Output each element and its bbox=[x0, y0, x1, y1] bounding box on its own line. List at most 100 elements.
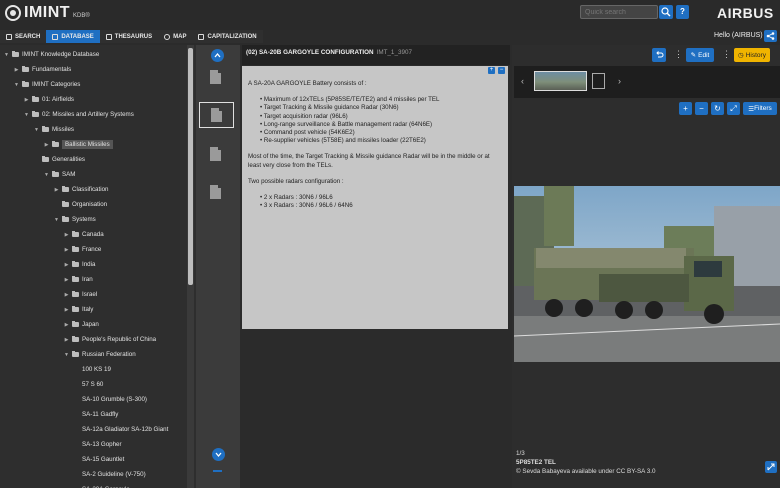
tree-item[interactable]: ▶ India bbox=[64, 259, 95, 270]
tree-item[interactable]: ▼ 02: Missiles and Artillery Systems bbox=[24, 109, 134, 120]
tree-item[interactable]: SA-11 Gadfly bbox=[74, 409, 118, 420]
tree-item[interactable]: Organisation bbox=[54, 199, 107, 210]
document-thumb-icon[interactable] bbox=[211, 108, 222, 122]
caret-right-icon[interactable]: ▶ bbox=[14, 67, 19, 73]
tree-item[interactable]: ▶ People's Republic of China bbox=[64, 334, 156, 345]
tab-capitalization[interactable]: CAPITALIZATION bbox=[192, 30, 263, 43]
caret-right-icon[interactable]: ▶ bbox=[64, 277, 69, 283]
user-menu-button[interactable] bbox=[764, 30, 777, 42]
list-item: Maximum of 12xTELs (5P85SE/TE/TE2) and 4… bbox=[260, 96, 502, 104]
tree-item-label: IMINT Categories bbox=[32, 81, 81, 88]
tree-item-label: People's Republic of China bbox=[82, 336, 157, 343]
expand-button[interactable] bbox=[765, 461, 777, 473]
tree-item[interactable]: ▶ Classification bbox=[54, 184, 108, 195]
tree-item[interactable]: ▼ Russian Federation bbox=[64, 349, 136, 360]
zoom-in-text-button[interactable]: + bbox=[488, 67, 495, 74]
zoom-out-text-button[interactable]: − bbox=[498, 67, 505, 74]
scroll-up-button[interactable] bbox=[211, 49, 224, 62]
tree-item[interactable]: SA-2 Guideline (V-750) bbox=[74, 469, 146, 480]
tab-database[interactable]: DATABASE bbox=[46, 30, 100, 43]
back-button[interactable] bbox=[652, 48, 666, 62]
caret-right-icon[interactable]: ▶ bbox=[64, 247, 69, 253]
filters-button[interactable]: ☰ Filters bbox=[743, 102, 777, 115]
history-button[interactable]: ◷ History bbox=[734, 48, 770, 62]
book-icon bbox=[105, 33, 112, 40]
tree-item[interactable]: ▶ Canada bbox=[64, 229, 104, 240]
tree-item[interactable]: SA-12a Gladiator SA-12b Giant bbox=[74, 424, 168, 435]
tree-scroll-thumb[interactable] bbox=[188, 48, 193, 285]
tree-item[interactable]: ▶ Israel bbox=[64, 289, 97, 300]
caret-down-icon[interactable]: ▼ bbox=[4, 52, 9, 58]
photo-thumbnail[interactable] bbox=[534, 71, 587, 91]
tree-item[interactable]: ▶ Ballistic Missiles bbox=[44, 139, 113, 150]
zoom-out-button[interactable]: − bbox=[695, 102, 708, 115]
caret-down-icon[interactable]: ▼ bbox=[44, 172, 49, 178]
search-button[interactable] bbox=[659, 5, 673, 19]
more-menu-icon[interactable]: ⋮ bbox=[674, 49, 683, 60]
tree-item[interactable]: ▼ IMINT Categories bbox=[14, 79, 80, 90]
document-thumb-icon[interactable] bbox=[210, 147, 221, 161]
quick-search-input[interactable] bbox=[580, 5, 658, 19]
share-icon bbox=[766, 32, 775, 40]
tab-thesaurus[interactable]: THESAURUS bbox=[99, 30, 159, 43]
folder-icon bbox=[62, 201, 69, 207]
caret-right-icon[interactable]: ▶ bbox=[64, 262, 69, 268]
scroll-down-button[interactable] bbox=[212, 448, 225, 461]
caret-right-icon[interactable]: ▶ bbox=[44, 142, 49, 148]
tree-item-label: Iran bbox=[82, 276, 93, 283]
folder-icon bbox=[22, 66, 29, 72]
caret-down-icon[interactable]: ▼ bbox=[64, 352, 69, 358]
help-button[interactable]: ? bbox=[676, 5, 689, 19]
tree-item[interactable]: ▶ Iran bbox=[64, 274, 93, 285]
vehicle-photo[interactable] bbox=[514, 186, 780, 362]
tree-item-label: Generalities bbox=[52, 156, 86, 163]
folder-icon bbox=[72, 306, 79, 312]
tree-item-label: France bbox=[82, 246, 102, 253]
chevron-left-icon[interactable]: ‹ bbox=[521, 76, 524, 86]
refresh-button[interactable]: ↻ bbox=[711, 102, 724, 115]
tree-item[interactable]: ▶ Italy bbox=[64, 304, 93, 315]
zoom-in-button[interactable]: + bbox=[679, 102, 692, 115]
tree-item[interactable]: ▶ 01: Airfields bbox=[24, 94, 74, 105]
caret-right-icon[interactable]: ▶ bbox=[54, 187, 59, 193]
tree-item[interactable]: ▶ France bbox=[64, 244, 101, 255]
brand-logo: AIRBUS bbox=[717, 5, 774, 21]
caret-down-icon[interactable]: ▼ bbox=[24, 112, 29, 118]
caret-right-icon[interactable]: ▶ bbox=[64, 292, 69, 298]
caret-right-icon[interactable]: ▶ bbox=[64, 322, 69, 328]
caret-down-icon[interactable]: ▼ bbox=[14, 82, 19, 88]
folder-icon bbox=[52, 171, 59, 177]
document-file-icon[interactable] bbox=[592, 73, 605, 89]
document-thumb-icon[interactable] bbox=[210, 70, 221, 84]
tab-search[interactable]: SEARCH bbox=[0, 30, 47, 43]
tree-item[interactable]: ▼ IMINT Knowledge Database bbox=[4, 49, 99, 60]
tree-item[interactable]: ▶ Fundamentals bbox=[14, 64, 71, 75]
tree-item[interactable]: ▶ Japan bbox=[64, 319, 99, 330]
tree-item[interactable]: SA-20A Gargoyle bbox=[74, 484, 130, 488]
tree-item[interactable]: SA-13 Gopher bbox=[74, 439, 122, 450]
tree-item[interactable]: 57 S 60 bbox=[74, 379, 103, 390]
caret-down-icon[interactable]: ▼ bbox=[34, 127, 39, 133]
tab-map[interactable]: MAP bbox=[158, 30, 193, 43]
tree-item[interactable]: Generalities bbox=[34, 154, 85, 165]
document-thumb-icon[interactable] bbox=[210, 185, 221, 199]
chevron-right-icon[interactable]: › bbox=[618, 76, 621, 86]
tree-item-label: Missiles bbox=[52, 126, 75, 133]
tree-item[interactable]: SA-15 Gauntlet bbox=[74, 454, 124, 465]
caret-right-icon[interactable]: ▶ bbox=[64, 232, 69, 238]
tree-item[interactable]: SA-10 Grumble (S-300) bbox=[74, 394, 147, 405]
edit-button[interactable]: ✎ Edit bbox=[686, 48, 714, 62]
caret-right-icon[interactable]: ▶ bbox=[24, 97, 29, 103]
caret-down-icon[interactable]: ▼ bbox=[54, 217, 59, 223]
fit-screen-button[interactable]: ⤢ bbox=[727, 102, 740, 115]
more-menu-icon[interactable]: ⋮ bbox=[722, 49, 731, 60]
tree-item[interactable]: 100 KS 19 bbox=[74, 364, 111, 375]
caret-right-icon[interactable]: ▶ bbox=[64, 337, 69, 343]
logo-sub: KDB® bbox=[73, 12, 90, 19]
caret-right-icon[interactable]: ▶ bbox=[64, 307, 69, 313]
tree-item[interactable]: ▼ SAM bbox=[44, 169, 75, 180]
app-logo[interactable]: IMINT KDB® bbox=[5, 4, 90, 22]
tree-item[interactable]: ▼ Systems bbox=[54, 214, 96, 225]
folder-icon bbox=[22, 81, 29, 87]
tree-item[interactable]: ▼ Missiles bbox=[34, 124, 74, 135]
